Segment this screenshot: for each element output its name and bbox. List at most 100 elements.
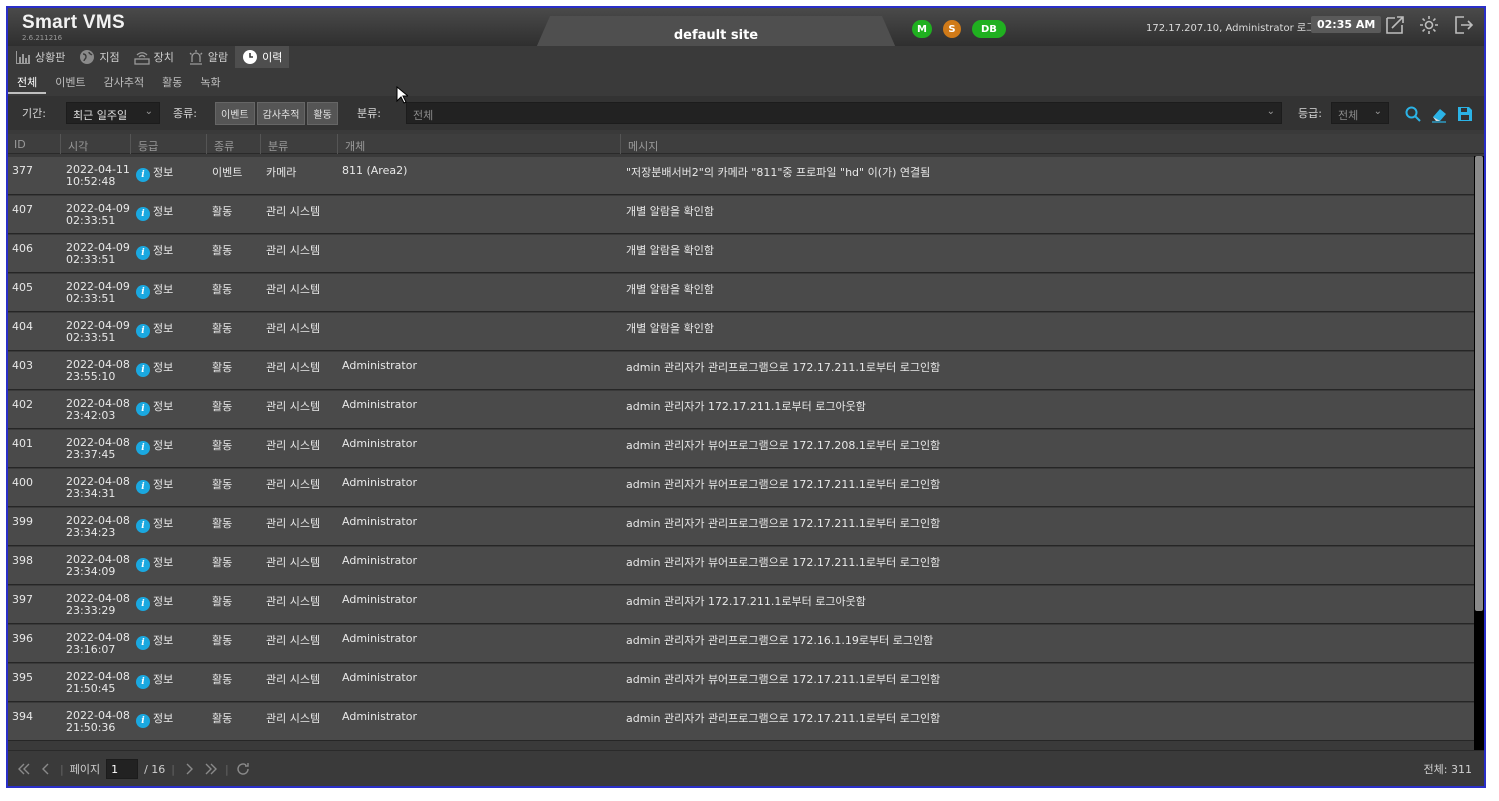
type-button-audit[interactable]: 감사추적 [256,102,306,125]
info-icon: i [136,597,150,611]
column-divider[interactable] [60,134,61,154]
tab-all[interactable]: 전체 [8,70,47,94]
cell-category: 관리 시스템 [266,595,321,608]
col-id[interactable]: ID [14,138,26,151]
cell-category: 관리 시스템 [266,322,321,335]
col-grade[interactable]: 등급 [138,138,158,154]
table-row[interactable]: 394 2022-04-08 21:50:36 i 정보 활동 관리 시스템 Administ… [8,703,1474,741]
grade-text: 정보 [153,517,174,530]
search-icon[interactable] [1404,105,1422,123]
save-icon[interactable] [1456,105,1474,123]
cell-grade: i 정보 [136,593,173,611]
table-row[interactable]: 399 2022-04-08 23:34:23 i 정보 활동 관리 시스템 Administ… [8,508,1474,546]
category-select[interactable]: 전체 ⌄ [406,102,1282,124]
scrollbar-thumb[interactable] [1475,156,1483,611]
col-message[interactable]: 메시지 [628,138,658,154]
table-row[interactable]: 377 2022-04-11 10:52:48 i 정보 이벤트 카메라 811 (Area2… [8,157,1474,195]
nav-item-alarms[interactable]: 알람 [181,46,235,68]
cell-kind: 활동 [212,439,233,452]
table-row[interactable]: 407 2022-04-09 02:33:51 i 정보 활동 관리 시스템 개별 알람을 확… [8,196,1474,234]
export-icon[interactable] [1384,14,1406,36]
cell-object: Administrator [342,632,417,645]
table-row[interactable]: 395 2022-04-08 21:50:45 i 정보 활동 관리 시스템 Administ… [8,664,1474,702]
gear-icon[interactable] [1418,14,1440,36]
cell-category: 관리 시스템 [266,673,321,686]
column-divider[interactable] [130,134,131,154]
next-page-icon[interactable] [181,761,197,777]
vertical-scrollbar[interactable] [1474,156,1484,752]
column-divider[interactable] [206,134,207,154]
table-row[interactable]: 405 2022-04-09 02:33:51 i 정보 활동 관리 시스템 개별 알람을 확… [8,274,1474,312]
type-button-activity[interactable]: 활동 [307,102,338,125]
table-row[interactable]: 404 2022-04-09 02:33:51 i 정보 활동 관리 시스템 개별 알람을 확… [8,313,1474,351]
app-logo: Smart VMS 2.6.211216 [22,12,125,42]
cell-clock: 23:55:10 [66,370,116,383]
nav-item-sites[interactable]: 지점 [72,46,126,68]
page-total: / 16 [144,762,166,776]
period-value: 최근 일주일 [73,109,128,122]
cell-id: 394 [12,710,33,723]
info-icon: i [136,285,150,299]
cell-time: 2022-04-08 23:34:23 [66,515,130,539]
eraser-icon[interactable] [1430,105,1448,123]
status-badge-db[interactable]: DB [971,20,1006,38]
nav-item-dashboard[interactable]: 상황판 [8,46,72,68]
cell-message: admin 관리자가 뷰어프로그램으로 172.17.211.1로부터 로그인함 [626,556,941,569]
status-badge-s[interactable]: S [942,20,961,38]
grade-text: 정보 [153,166,174,179]
grade-text: 정보 [153,322,174,335]
col-object[interactable]: 개체 [345,138,365,154]
cell-category: 관리 시스템 [266,478,321,491]
clock-icon [243,50,258,64]
total-count: 전체: 311 [1423,763,1472,776]
cell-id: 400 [12,476,33,489]
cell-message: 개별 알람을 확인함 [626,205,714,218]
cell-kind: 활동 [212,478,233,491]
refresh-icon[interactable] [235,761,251,777]
nav-item-history[interactable]: 이력 [235,46,290,68]
tab-recording[interactable]: 녹화 [191,70,229,94]
period-select[interactable]: 최근 일주일 ⌄ [66,102,160,124]
cell-message: admin 관리자가 뷰어프로그램으로 172.17.208.1로부터 로그인함 [626,439,941,452]
tab-activity[interactable]: 활동 [153,70,191,94]
nav-label: 이력 [262,51,283,64]
table-row[interactable]: 406 2022-04-09 02:33:51 i 정보 활동 관리 시스템 개별 알람을 확… [8,235,1474,273]
cell-id: 396 [12,632,33,645]
col-category[interactable]: 분류 [268,138,288,154]
column-divider[interactable] [260,134,261,154]
grade-select[interactable]: 전체 ⌄ [1331,102,1389,124]
table-row[interactable]: 401 2022-04-08 23:37:45 i 정보 활동 관리 시스템 Administ… [8,430,1474,468]
tab-events[interactable]: 이벤트 [46,70,94,94]
grade-text: 정보 [153,361,174,374]
site-tab[interactable]: default site [536,16,896,48]
logout-icon[interactable] [1452,14,1474,36]
grade-text: 정보 [153,478,174,491]
cell-message: 개별 알람을 확인함 [626,283,714,296]
cell-object: Administrator [342,554,417,567]
col-time[interactable]: 시각 [68,138,88,154]
table-row[interactable]: 403 2022-04-08 23:55:10 i 정보 활동 관리 시스템 Administ… [8,352,1474,390]
last-page-icon[interactable] [203,761,219,777]
info-icon: i [136,207,150,221]
cell-time: 2022-04-08 23:37:45 [66,437,130,461]
table-row[interactable]: 402 2022-04-08 23:42:03 i 정보 활동 관리 시스템 Administ… [8,391,1474,429]
prev-page-icon[interactable] [38,761,54,777]
table-row[interactable]: 398 2022-04-08 23:34:09 i 정보 활동 관리 시스템 Administ… [8,547,1474,585]
tab-audit[interactable]: 감사추적 [95,70,153,94]
column-divider[interactable] [337,134,338,154]
status-badge-m[interactable]: M [912,20,932,38]
col-kind[interactable]: 종류 [214,138,234,154]
table-row[interactable]: 400 2022-04-08 23:34:31 i 정보 활동 관리 시스템 Administ… [8,469,1474,507]
table-row[interactable]: 397 2022-04-08 23:33:29 i 정보 활동 관리 시스템 Administ… [8,586,1474,624]
cell-category: 관리 시스템 [266,400,321,413]
page-input[interactable] [106,759,139,779]
pagination-footer: | 페이지 / 16 | | 전체: 311 [8,750,1484,786]
info-icon: i [136,168,150,182]
type-button-event[interactable]: 이벤트 [215,102,255,125]
nav-item-devices[interactable]: 장치 [127,46,181,68]
first-page-icon[interactable] [16,761,32,777]
grade-text: 정보 [153,634,174,647]
column-divider[interactable] [620,134,621,154]
table-row[interactable]: 396 2022-04-08 23:16:07 i 정보 활동 관리 시스템 Administ… [8,625,1474,663]
cell-clock: 02:33:51 [66,331,116,344]
